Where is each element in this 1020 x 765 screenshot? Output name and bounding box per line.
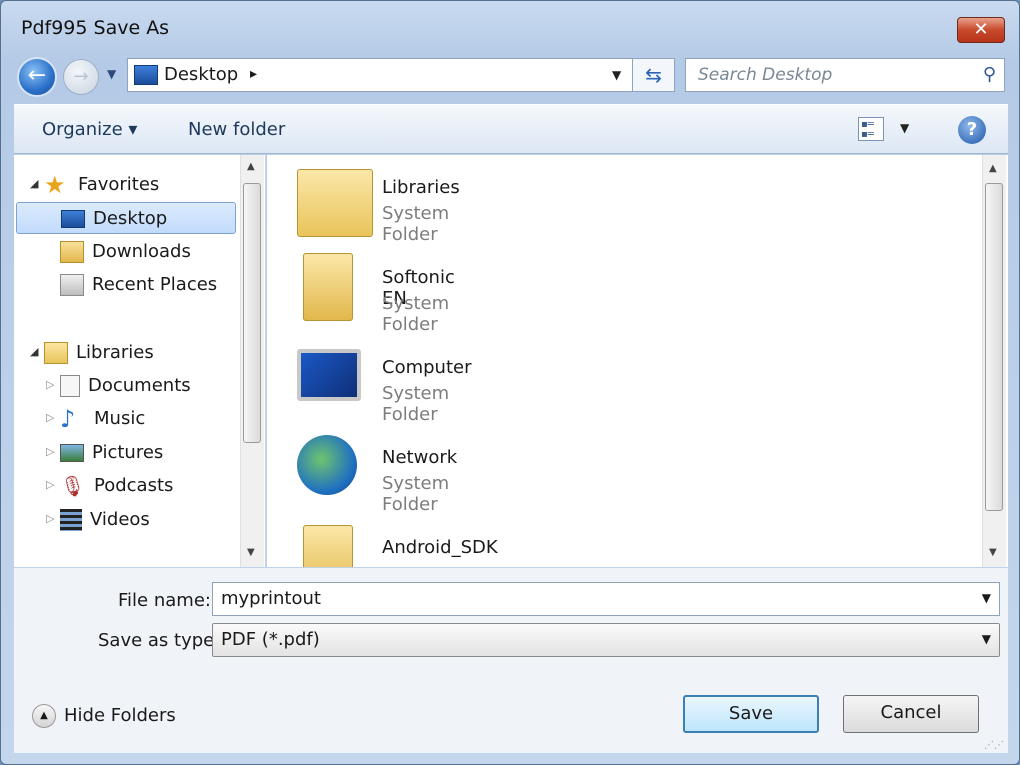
nav-favorites[interactable]: ★ Favorites xyxy=(44,169,159,201)
recent-places-icon xyxy=(60,274,84,296)
title-bar: Pdf995 Save As ✕ xyxy=(1,1,1019,51)
new-folder-button[interactable]: New folder xyxy=(188,119,285,140)
network-globe-icon xyxy=(297,435,357,495)
libraries-folder-icon xyxy=(297,169,373,237)
music-note-icon: ♪ xyxy=(60,405,76,433)
libraries-icon xyxy=(44,342,68,364)
podcast-microphone-icon: 🎙 xyxy=(60,474,86,498)
scroll-up-icon[interactable]: ▲ xyxy=(989,163,997,174)
address-location[interactable]: Desktop xyxy=(164,64,238,85)
view-dropdown-icon[interactable]: ▼ xyxy=(900,121,909,135)
cancel-button[interactable]: Cancel xyxy=(843,695,979,733)
collapse-arrow-icon[interactable]: ▷ xyxy=(46,378,54,391)
search-icon[interactable]: ⚲ xyxy=(983,64,996,85)
downloads-folder-icon xyxy=(60,241,84,263)
file-name-label: File name: xyxy=(118,590,211,611)
nav-item-podcasts[interactable]: 🎙 Podcasts xyxy=(60,470,173,502)
recent-locations-dropdown[interactable]: ▼ xyxy=(107,67,116,81)
nav-scroll-thumb[interactable] xyxy=(243,183,261,443)
nav-item-pictures[interactable]: Pictures xyxy=(60,437,163,469)
save-as-dialog: Pdf995 Save As ✕ ← → ▼ Desktop ▸ ▼ ⇆ Sea… xyxy=(0,0,1020,765)
organize-button[interactable]: Organize ▾ xyxy=(42,119,137,140)
collapse-arrow-icon[interactable]: ▷ xyxy=(46,512,54,525)
file-name-value[interactable]: myprintout xyxy=(221,588,321,609)
nav-item-recent-places[interactable]: Recent Places xyxy=(60,269,217,301)
nav-item-videos[interactable]: Videos xyxy=(60,504,150,536)
refresh-button[interactable]: ⇆ xyxy=(633,58,675,92)
content-scroll-thumb[interactable] xyxy=(985,183,1003,511)
refresh-icon: ⇆ xyxy=(645,63,662,87)
collapse-arrow-icon[interactable]: ▷ xyxy=(46,411,54,424)
save-type-label: Save as type: xyxy=(98,630,221,651)
save-form: File name: myprintout ▼ Save as type: PD… xyxy=(14,568,1008,753)
desktop-icon xyxy=(134,65,158,85)
file-name-input[interactable]: myprintout ▼ xyxy=(212,582,1000,616)
arrow-right-icon: → xyxy=(73,66,89,87)
change-view-icon[interactable]: ▪═ ▪═ xyxy=(858,117,884,141)
nav-item-documents[interactable]: Documents xyxy=(60,370,191,402)
navigation-pane: ◢ ★ Favorites Desktop Downloads Recent Pl… xyxy=(14,155,266,567)
nav-item-music[interactable]: ♪ Music xyxy=(60,403,145,435)
address-bar[interactable]: Desktop ▸ ▼ xyxy=(127,58,633,92)
film-strip-icon xyxy=(60,509,82,531)
forward-button[interactable]: → xyxy=(63,59,99,95)
scroll-down-icon[interactable]: ▼ xyxy=(247,547,255,558)
arrow-left-icon: ← xyxy=(27,63,47,88)
expand-arrow-icon[interactable]: ◢ xyxy=(30,345,38,358)
breadcrumb-chevron-icon[interactable]: ▸ xyxy=(250,66,257,82)
content-scrollbar[interactable]: ▲ ▼ xyxy=(982,155,1006,567)
search-box[interactable]: Search Desktop ⚲ xyxy=(685,58,1005,92)
folder-icon xyxy=(303,525,353,567)
resize-grip-icon[interactable]: ⋰⋰ xyxy=(984,740,1004,751)
star-icon: ★ xyxy=(44,171,66,199)
save-button[interactable]: Save xyxy=(683,695,819,733)
hide-folders-button[interactable]: ▲ Hide Folders xyxy=(32,704,176,728)
file-list: Libraries System Folder Softonic EN Syst… xyxy=(267,155,1008,567)
back-button[interactable]: ← xyxy=(17,57,57,97)
computer-icon xyxy=(297,349,361,401)
documents-icon xyxy=(60,375,80,397)
nav-item-downloads[interactable]: Downloads xyxy=(60,236,191,268)
chevron-up-icon: ▲ xyxy=(32,704,56,728)
search-input[interactable]: Search Desktop xyxy=(698,65,832,85)
pictures-icon xyxy=(60,444,84,462)
user-folder-icon xyxy=(303,253,353,321)
save-type-value: PDF (*.pdf) xyxy=(221,629,320,650)
command-bar: Organize ▾ New folder ▪═ ▪═ ▼ ? xyxy=(14,104,1008,154)
window-title: Pdf995 Save As xyxy=(21,17,170,39)
collapse-arrow-icon[interactable]: ▷ xyxy=(46,445,54,458)
save-type-select[interactable]: PDF (*.pdf) ▼ xyxy=(212,623,1000,657)
scroll-up-icon[interactable]: ▲ xyxy=(247,161,255,172)
close-button[interactable]: ✕ xyxy=(957,17,1005,43)
collapse-arrow-icon[interactable]: ▷ xyxy=(46,478,54,491)
desktop-icon xyxy=(61,210,85,228)
save-type-dropdown-icon[interactable]: ▼ xyxy=(982,632,991,646)
address-dropdown-icon[interactable]: ▼ xyxy=(612,68,621,82)
nav-item-desktop[interactable]: Desktop xyxy=(16,202,236,234)
expand-arrow-icon[interactable]: ◢ xyxy=(30,177,38,190)
file-name-dropdown-icon[interactable]: ▼ xyxy=(982,591,991,605)
nav-scrollbar[interactable]: ▲ ▼ xyxy=(240,155,264,567)
scroll-down-icon[interactable]: ▼ xyxy=(989,547,997,558)
help-icon[interactable]: ? xyxy=(958,116,986,144)
nav-libraries[interactable]: Libraries xyxy=(44,337,154,369)
